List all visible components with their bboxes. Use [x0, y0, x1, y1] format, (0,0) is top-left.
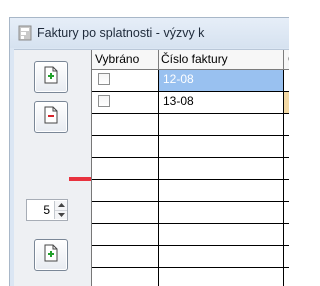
arrow-up-icon — [57, 203, 65, 208]
invoice-grid: Vybráno Číslo faktury C 12-08 13-08 — [91, 50, 289, 286]
remove-document-icon — [43, 106, 59, 129]
stepper-up-button[interactable] — [55, 201, 67, 211]
header-divider[interactable] — [283, 50, 284, 70]
count-value[interactable]: 5 — [27, 203, 54, 217]
add-rows-button[interactable] — [34, 239, 68, 271]
invoice-number-cell[interactable]: 13-08 — [159, 92, 283, 113]
client-area: 5 Vybráno Číslo faktury 12-08 13-08 — [14, 49, 289, 286]
row-checkbox[interactable] — [98, 73, 110, 85]
side-toolbar: 5 — [14, 50, 103, 286]
column-header-next[interactable]: C — [288, 52, 289, 66]
table-row[interactable] — [92, 268, 289, 286]
table-row[interactable] — [92, 202, 289, 224]
stepper-down-button[interactable] — [55, 210, 67, 219]
table-row[interactable] — [92, 246, 289, 268]
add-document-icon — [43, 244, 59, 267]
add-invoice-button[interactable] — [34, 61, 68, 93]
column-header-invoice-number[interactable]: Číslo faktury — [161, 52, 228, 66]
add-document-icon — [43, 66, 59, 89]
table-row[interactable] — [92, 114, 289, 136]
title-bar[interactable]: Faktury po splatnosti - výzvy k — [10, 18, 289, 48]
selected-cell — [92, 92, 158, 113]
table-row[interactable] — [92, 224, 289, 246]
table-row[interactable]: 13-08 — [92, 92, 289, 114]
app-icon — [18, 25, 32, 41]
invoice-number-cell[interactable]: 12-08 — [159, 70, 283, 91]
header-divider[interactable] — [158, 50, 159, 70]
table-row[interactable] — [92, 180, 289, 202]
column-divider — [158, 70, 159, 286]
table-row[interactable] — [92, 158, 289, 180]
stepper-arrows — [54, 201, 67, 219]
row-checkbox[interactable] — [98, 95, 110, 107]
arrow-down-icon — [57, 212, 65, 217]
column-divider — [283, 70, 284, 286]
column-header-selected[interactable]: Vybráno — [95, 52, 139, 66]
remove-invoice-button[interactable] — [34, 101, 68, 133]
selected-cell — [92, 70, 158, 91]
window-title: Faktury po splatnosti - výzvy k — [37, 26, 205, 40]
grid-header: Vybráno Číslo faktury C — [92, 50, 289, 70]
table-row[interactable]: 12-08 — [92, 70, 289, 92]
app-window: Faktury po splatnosti - výzvy k 5 Vybrán… — [9, 17, 289, 286]
table-row[interactable] — [92, 136, 289, 158]
count-stepper[interactable]: 5 — [26, 199, 68, 221]
